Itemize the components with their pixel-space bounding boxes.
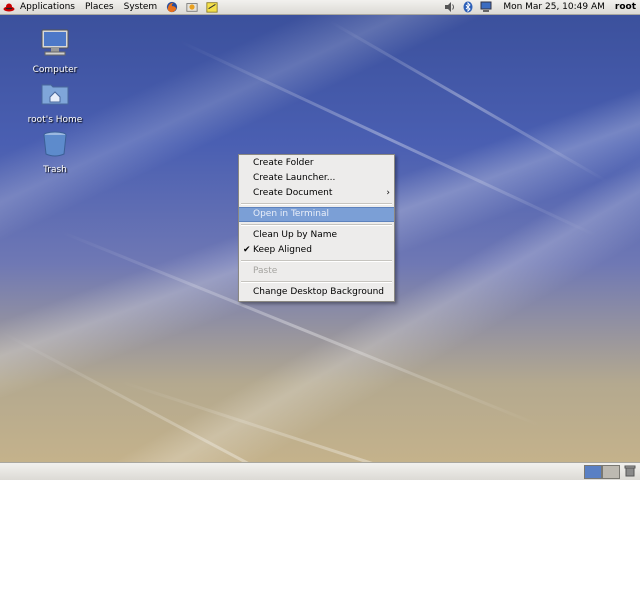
desktop-context-menu: Create Folder Create Launcher... Create … [238,154,395,302]
menu-item-keep-aligned[interactable]: ✔ Keep Aligned [239,243,394,258]
redhat-logo-icon[interactable] [3,2,15,12]
desktop-icon-label: Trash [43,165,67,175]
workspace-1[interactable] [584,465,602,479]
menu-item-label: Keep Aligned [253,245,312,255]
firefox-launcher-icon[interactable] [165,1,179,13]
desktop-icon-trash[interactable]: Trash [20,127,90,175]
checkmark-icon: ✔ [243,245,251,255]
trash-icon [43,131,67,157]
submenu-arrow-icon: › [386,188,390,198]
menu-separator [241,224,392,226]
menu-item-create-launcher[interactable]: Create Launcher... [239,171,394,186]
menu-separator [241,260,392,262]
menu-item-label: Open in Terminal [253,209,329,219]
menu-item-label: Create Launcher... [253,173,336,183]
bluetooth-icon[interactable] [462,1,474,13]
top-panel: Applications Places System Mon Mar 25, 1… [0,0,640,15]
places-menu[interactable]: Places [80,2,119,12]
home-folder-icon [41,84,69,105]
trash-applet-icon[interactable] [624,465,636,477]
applications-menu[interactable]: Applications [15,2,80,12]
user-switcher[interactable]: root [613,2,640,12]
network-icon[interactable] [480,1,492,13]
notes-launcher-icon[interactable] [205,1,219,13]
menu-item-clean-up-by-name[interactable]: Clean Up by Name [239,228,394,243]
menu-separator [241,203,392,205]
menu-separator [241,281,392,283]
workspace-2[interactable] [602,465,620,479]
menu-item-create-folder[interactable]: Create Folder [239,156,394,171]
evolution-mail-launcher-icon[interactable] [185,1,199,13]
menu-item-open-in-terminal[interactable]: Open in Terminal [239,207,394,222]
menu-item-label: Create Document [253,188,333,198]
clock[interactable]: Mon Mar 25, 10:49 AM [495,2,613,12]
menu-item-create-document[interactable]: Create Document › [239,186,394,201]
menu-item-label: Change Desktop Background [253,287,384,297]
volume-icon[interactable] [444,1,456,13]
desktop-icon-label: root's Home [27,115,83,125]
menu-item-label: Create Folder [253,158,314,168]
desktop-icon-computer[interactable]: Computer [20,27,90,75]
system-menu[interactable]: System [119,2,163,12]
computer-icon [41,29,69,56]
menu-item-label: Clean Up by Name [253,230,338,240]
bottom-panel [0,462,640,480]
menu-item-label: Paste [253,266,278,276]
menu-item-change-desktop-background[interactable]: Change Desktop Background [239,285,394,300]
desktop-icon-home[interactable]: root's Home [20,77,90,125]
desktop-icon-label: Computer [32,65,78,75]
menu-item-paste: Paste [239,264,394,279]
